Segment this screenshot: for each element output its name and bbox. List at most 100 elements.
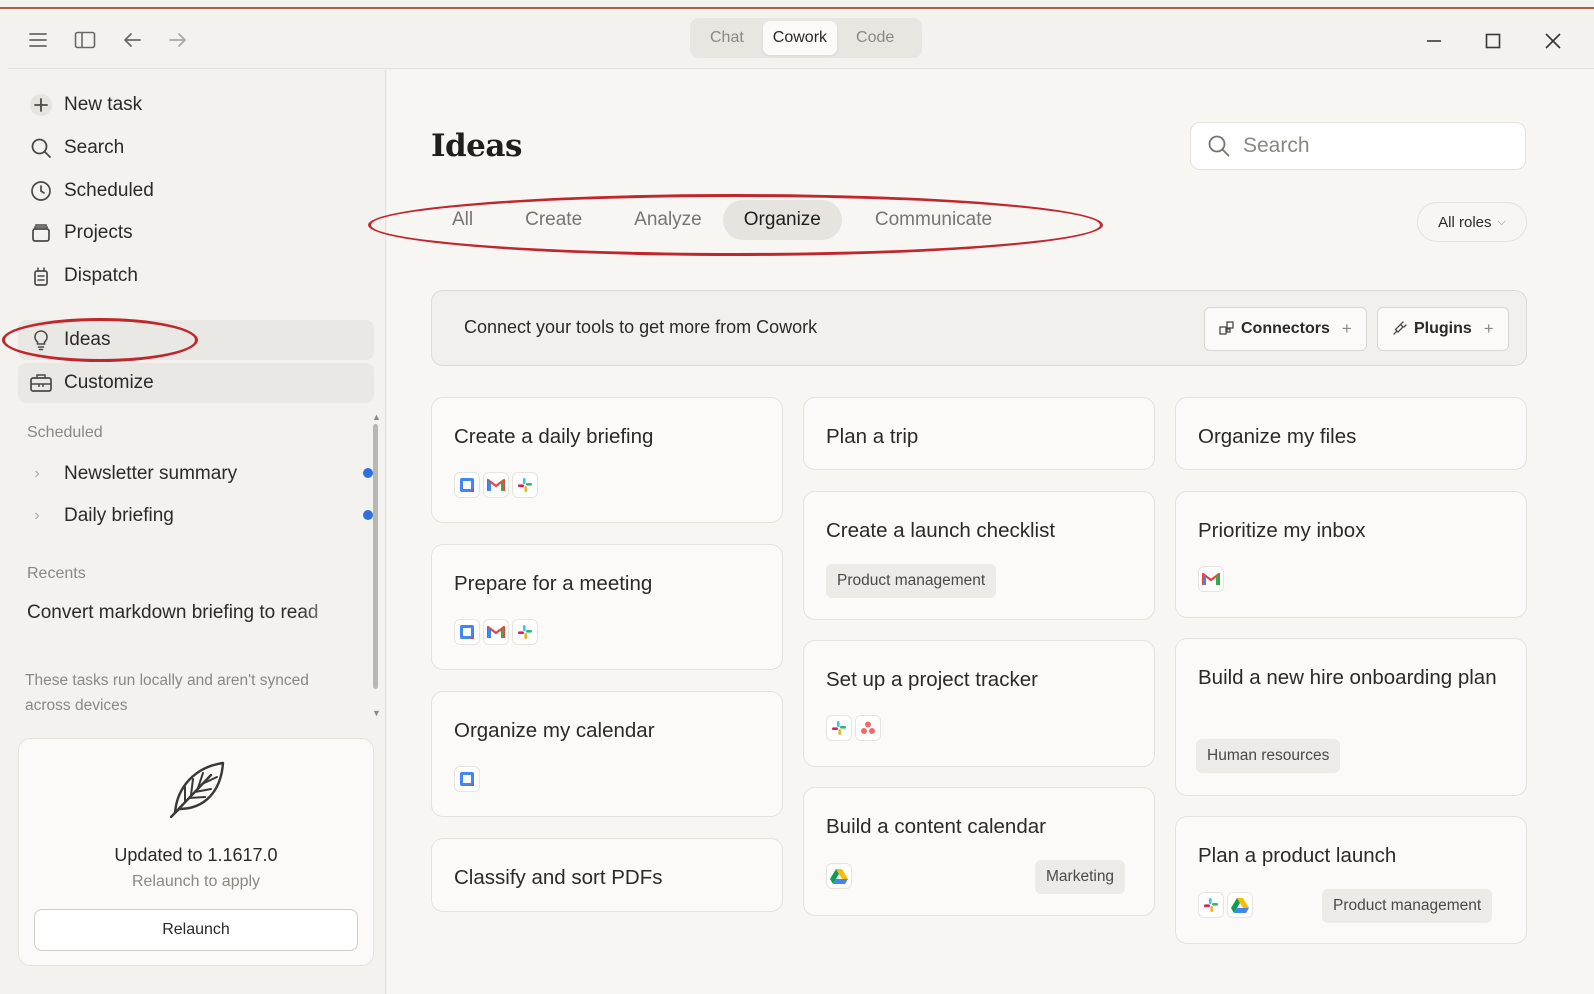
chevron-right-icon: ›: [34, 507, 40, 524]
idea-card-title: Prioritize my inbox: [1198, 519, 1366, 542]
forward-arrow-icon[interactable]: [165, 27, 191, 53]
connect-tools-text: Connect your tools to get more from Cowo…: [464, 317, 818, 337]
idea-card[interactable]: Set up a project tracker: [803, 640, 1155, 767]
app-icons: [826, 863, 852, 889]
scheduled-item-newsletter-summary[interactable]: › Newsletter summary: [28, 456, 373, 492]
gmail-icon: [483, 472, 509, 498]
scheduled-item-label: Daily briefing: [64, 505, 174, 526]
search-icon: [28, 135, 54, 161]
sidebar-item-label: Search: [64, 137, 125, 158]
google-calendar-icon: [454, 766, 480, 792]
plugins-label: Plugins: [1414, 320, 1472, 337]
idea-card[interactable]: Create a daily briefing: [431, 397, 783, 523]
leaf-icon: [169, 761, 225, 819]
folder-icon: [28, 220, 54, 246]
idea-card-title: Organize my files: [1198, 425, 1357, 448]
idea-card[interactable]: Prioritize my inbox: [1175, 491, 1527, 618]
scroll-up-icon[interactable]: ▲: [372, 412, 381, 422]
slack-icon: [512, 472, 538, 498]
scroll-down-icon[interactable]: ▼: [372, 708, 381, 718]
scheduled-section-label: Scheduled: [27, 424, 103, 441]
idea-card[interactable]: Plan a product launch Product management: [1175, 816, 1527, 944]
sidebar-item-dispatch[interactable]: Dispatch: [18, 256, 374, 296]
app-icons: [454, 619, 538, 645]
idea-card[interactable]: Plan a trip: [803, 397, 1155, 470]
tab-all[interactable]: All: [431, 200, 494, 240]
roles-dropdown[interactable]: All roles ⌵: [1417, 202, 1527, 242]
relaunch-button[interactable]: Relaunch: [34, 909, 358, 951]
scrollbar-thumb[interactable]: [373, 424, 378, 689]
role-tag: Human resources: [1196, 739, 1341, 773]
search-icon: [1207, 134, 1231, 158]
plus-icon: +: [1341, 319, 1352, 338]
idea-card-title: Build a new hire onboarding plan: [1198, 666, 1497, 689]
maximize-icon[interactable]: [1478, 26, 1508, 56]
mode-code[interactable]: Code: [839, 21, 911, 55]
sidebar-item-label: Dispatch: [64, 265, 138, 286]
mode-chat[interactable]: Chat: [693, 21, 761, 55]
idea-card-title: Prepare for a meeting: [454, 572, 653, 595]
search-input[interactable]: [1243, 134, 1503, 158]
idea-card-title: Create a launch checklist: [826, 519, 1056, 542]
sidebar-item-scheduled[interactable]: Scheduled: [18, 171, 374, 211]
idea-card[interactable]: Prepare for a meeting: [431, 544, 783, 670]
toolbox-icon: [28, 370, 54, 396]
idea-card-title: Create a daily briefing: [454, 425, 654, 448]
sidebar-item-label: Ideas: [64, 329, 111, 350]
idea-card[interactable]: Organize my calendar: [431, 691, 783, 817]
tab-organize[interactable]: Organize: [722, 200, 842, 240]
tab-create[interactable]: Create: [504, 200, 603, 240]
connect-tools-banner: Connect your tools to get more from Cowo…: [431, 290, 1527, 366]
idea-card-title: Plan a product launch: [1198, 844, 1397, 867]
idea-card-title: Classify and sort PDFs: [454, 866, 663, 889]
google-drive-icon: [1227, 892, 1253, 918]
slack-icon: [512, 619, 538, 645]
mode-cowork[interactable]: Cowork: [762, 21, 838, 55]
close-icon[interactable]: [1538, 26, 1568, 56]
menu-icon[interactable]: [25, 27, 51, 53]
tab-analyze[interactable]: Analyze: [613, 200, 723, 240]
idea-card[interactable]: Create a launch checklist Product manage…: [803, 491, 1155, 620]
sidebar-item-label: Customize: [64, 372, 154, 393]
sidebar-item-label: Scheduled: [64, 180, 154, 201]
sidebar-item-label: New task: [64, 94, 143, 115]
plus-icon: +: [1483, 319, 1494, 338]
clock-icon: [28, 178, 54, 204]
sidebar-item-customize[interactable]: Customize: [18, 363, 374, 403]
sidebar-item-ideas[interactable]: Ideas: [18, 320, 374, 360]
idea-card-title: Set up a project tracker: [826, 668, 1038, 691]
sidebar-item-label: Projects: [64, 222, 133, 243]
idea-card[interactable]: Build a new hire onboarding plan Human r…: [1175, 638, 1527, 796]
gmail-icon: [483, 619, 509, 645]
scheduled-item-daily-briefing[interactable]: › Daily briefing: [28, 498, 373, 534]
page-title: Ideas: [431, 128, 522, 164]
asana-icon: [855, 715, 881, 741]
tab-communicate[interactable]: Communicate: [854, 200, 1013, 240]
connectors-icon: [1219, 320, 1235, 339]
plus-icon: [28, 92, 54, 118]
mode-switcher: Chat Cowork Code: [690, 18, 922, 58]
idea-card-title: Organize my calendar: [454, 719, 655, 742]
sidebar-item-projects[interactable]: Projects: [18, 213, 374, 253]
update-subtitle: Relaunch to apply: [131, 873, 261, 890]
search-box[interactable]: [1190, 122, 1526, 170]
idea-card-title: Plan a trip: [826, 425, 919, 448]
minimize-icon[interactable]: [1419, 26, 1449, 56]
role-tag: Product management: [1322, 889, 1493, 923]
back-arrow-icon[interactable]: [119, 27, 145, 53]
chevron-down-icon: ⌵: [1497, 215, 1506, 228]
role-tag: Marketing: [1035, 860, 1126, 894]
app-icons: [454, 766, 480, 792]
plugins-button[interactable]: Plugins +: [1377, 307, 1509, 351]
sidebar-scrollbar[interactable]: ▲ ▼: [372, 412, 381, 722]
local-tasks-note: These tasks run locally and aren't synce…: [25, 672, 309, 714]
sidebar-toggle-icon[interactable]: [72, 27, 98, 53]
slack-icon: [826, 715, 852, 741]
idea-card[interactable]: Classify and sort PDFs: [431, 838, 783, 912]
idea-card[interactable]: Build a content calendar Marketing: [803, 787, 1155, 916]
sidebar-item-search[interactable]: Search: [18, 128, 374, 168]
app-icons: [1198, 566, 1224, 592]
connectors-button[interactable]: Connectors +: [1204, 307, 1367, 351]
idea-card[interactable]: Organize my files: [1175, 397, 1527, 470]
sidebar-item-new-task[interactable]: New task: [18, 85, 374, 125]
